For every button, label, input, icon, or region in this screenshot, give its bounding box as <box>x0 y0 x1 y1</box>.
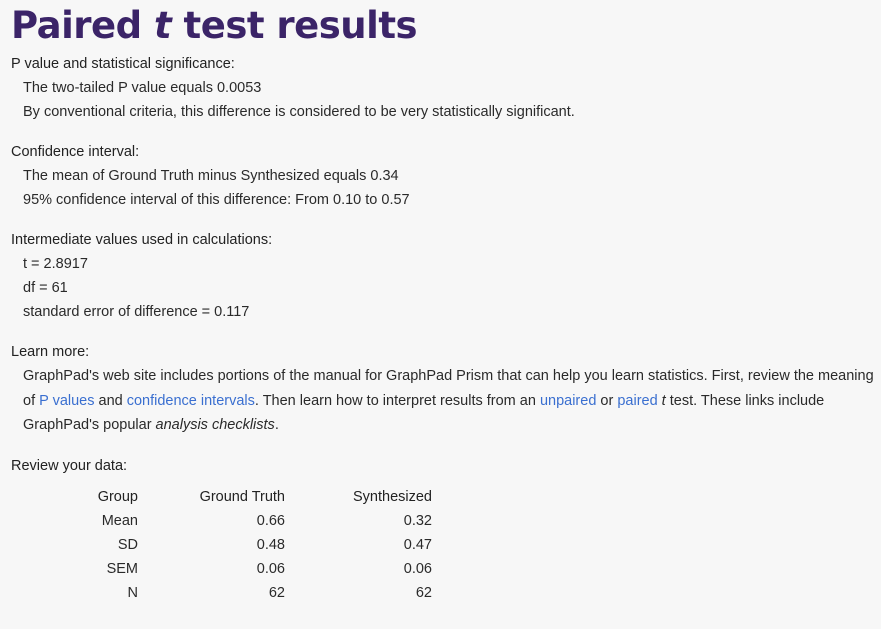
ci-heading: Confidence interval: <box>11 144 140 160</box>
learn-text: . Then learn how to interpret results fr… <box>254 392 540 409</box>
intermediate-section: Intermediate values used in calculations… <box>11 228 881 324</box>
table-row: Mean 0.66 0.32 <box>71 509 432 533</box>
row-label: SD <box>117 536 138 553</box>
title-suffix: test results <box>171 4 418 47</box>
row-label: N <box>127 584 138 601</box>
learn-section: Learn more: GraphPad's web site includes… <box>11 340 881 438</box>
se-line: standard error of difference = 0.117 <box>23 304 250 320</box>
column-header: Group <box>97 488 138 505</box>
cell-ground-truth: 62 <box>268 584 285 601</box>
mean-difference-line: The mean of Ground Truth minus Synthesiz… <box>23 168 399 184</box>
pvalue-line: The two-tailed P value equals 0.0053 <box>23 80 262 96</box>
learn-heading: Learn more: <box>11 344 90 360</box>
table-row: SEM 0.06 0.06 <box>71 557 432 581</box>
review-heading: Review your data: <box>11 457 128 474</box>
analysis-checklists-link[interactable]: analysis checklists <box>156 417 275 433</box>
df-line: df = 61 <box>23 280 68 296</box>
column-header: Synthesized <box>353 488 432 505</box>
significance-line: By conventional criteria, this differenc… <box>23 104 575 120</box>
intermediate-heading: Intermediate values used in calculations… <box>11 232 273 248</box>
confidence-intervals-link[interactable]: confidence intervals <box>127 393 255 409</box>
ci-range-line: 95% confidence interval of this differen… <box>23 192 410 208</box>
review-section: Review your data: Group Ground Truth Syn… <box>11 454 881 605</box>
learn-text: or <box>596 392 618 409</box>
row-label: Mean <box>101 512 138 529</box>
row-label: SEM <box>106 560 138 577</box>
italic-t: t <box>657 392 666 409</box>
data-table: Group Ground Truth Synthesized Mean 0.66… <box>71 485 432 605</box>
cell-ground-truth: 0.06 <box>256 560 285 577</box>
cell-ground-truth: 0.48 <box>256 536 285 553</box>
cell-synthesized: 0.32 <box>403 512 432 529</box>
pvalue-section: P value and statistical significance: Th… <box>11 52 881 124</box>
cell-synthesized: 62 <box>415 584 432 601</box>
learn-paragraph: GraphPad's web site includes portions of… <box>11 364 878 438</box>
paired-link[interactable]: paired <box>617 393 657 409</box>
page-title: Paired t test results <box>11 0 881 52</box>
ci-section: Confidence interval: The mean of Ground … <box>11 140 881 212</box>
t-value-line: t = 2.8917 <box>23 256 88 272</box>
table-row: SD 0.48 0.47 <box>71 533 432 557</box>
learn-text: . <box>274 417 279 433</box>
results-page: Paired t test results P value and statis… <box>0 0 881 605</box>
table-row: N 62 62 <box>71 581 432 605</box>
pvalue-heading: P value and statistical significance: <box>11 56 235 72</box>
title-italic-t: t <box>153 4 172 47</box>
learn-text: and <box>94 392 127 409</box>
cell-ground-truth: 0.66 <box>256 512 285 529</box>
cell-synthesized: 0.47 <box>403 536 432 553</box>
column-header: Ground Truth <box>199 488 285 505</box>
p-values-link[interactable]: P values <box>39 393 94 409</box>
cell-synthesized: 0.06 <box>403 560 432 577</box>
title-prefix: Paired <box>11 4 154 47</box>
unpaired-link[interactable]: unpaired <box>540 393 596 409</box>
table-header-row: Group Ground Truth Synthesized <box>71 485 432 509</box>
